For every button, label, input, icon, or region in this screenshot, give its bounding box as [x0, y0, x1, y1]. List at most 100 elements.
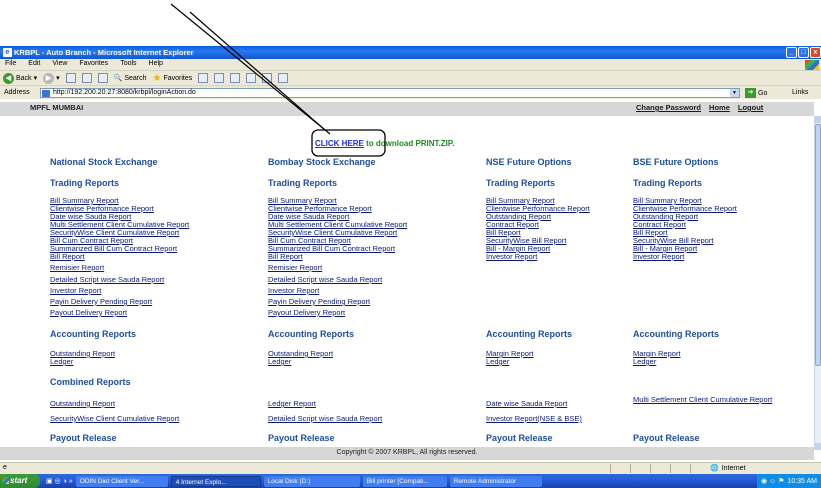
report-link[interactable]: SecurityWise Client Cumulative Report — [50, 415, 179, 423]
accounting-reports-heading: Accounting Reports — [486, 329, 573, 339]
taskbar-item[interactable]: ODIN Diet Client Ver... — [75, 475, 168, 487]
report-link[interactable]: Outstanding Report — [50, 400, 115, 408]
download-text: to download PRINT.ZIP. — [363, 139, 455, 148]
address-url: http://192.200.20.27:8080/krbpl/loginAct… — [53, 89, 196, 96]
report-link[interactable]: Detailed Script wise Sauda Report — [268, 276, 382, 284]
standard-toolbar: ◀ Back ▾ ▶ ▾ 🔍 Search ★ Favorites — [0, 70, 821, 85]
report-link[interactable]: Payin Delivery Pending Report — [268, 298, 370, 306]
home-link[interactable]: Home — [709, 103, 730, 112]
maximize-button[interactable]: □ — [798, 47, 809, 58]
zone-label: Internet — [721, 464, 746, 472]
globe-icon: 🌐 — [710, 465, 719, 472]
menu-edit[interactable]: Edit — [28, 60, 40, 70]
taskbar-item[interactable]: Remote Administrator — [449, 475, 542, 487]
home-icon[interactable] — [97, 73, 108, 83]
go-button[interactable]: ➔ Go — [745, 88, 767, 98]
download-notice: CLICK HERE to download PRINT.ZIP. — [315, 139, 454, 148]
page-content: MPFL MUMBAI Change Password Home Logout … — [0, 99, 814, 462]
trading-reports-heading: Trading Reports — [50, 178, 120, 188]
report-link[interactable]: Remisier Report — [50, 264, 104, 272]
search-icon: 🔍 — [113, 75, 123, 82]
click-here-link[interactable]: CLICK HERE — [315, 139, 364, 148]
report-link[interactable]: Payout Delivery Report — [268, 309, 345, 317]
back-button[interactable]: ◀ Back ▾ — [3, 72, 37, 84]
forward-button[interactable]: ▶ ▾ — [43, 72, 60, 84]
payout-release-heading: Payout Release — [268, 433, 335, 443]
windows-logo-icon — [805, 60, 819, 70]
scroll-up-icon[interactable] — [815, 116, 821, 123]
report-link[interactable]: Investor Report — [633, 253, 684, 261]
menu-bar: File Edit View Favorites Tools Help — [0, 59, 821, 70]
taskbar: start ▣ ◎ ◑ » ODIN Diet Client Ver... 4 … — [0, 474, 821, 488]
taskbar-item[interactable]: 4 Internet Explo... — [170, 475, 261, 487]
menu-help[interactable]: Help — [149, 60, 163, 70]
scroll-down-icon[interactable] — [815, 443, 821, 450]
menu-tools[interactable]: Tools — [120, 60, 136, 70]
close-button[interactable]: x — [810, 47, 821, 58]
org-name: MPFL MUMBAI — [30, 103, 84, 112]
links-button[interactable]: Links — [792, 89, 808, 96]
combined-reports-heading: Combined Reports — [50, 377, 131, 387]
payout-release-heading: Payout Release — [50, 433, 117, 443]
tray-icons[interactable]: ◉ ☺ ⚑ — [761, 477, 784, 485]
report-link[interactable]: Payout Delivery Report — [50, 309, 127, 317]
messenger-icon[interactable] — [278, 73, 289, 83]
page-footer: Copyright © 2007 KRBPL, All rights reser… — [0, 447, 814, 460]
security-zone: 🌐 Internet — [710, 464, 746, 473]
menu-file[interactable]: File — [5, 60, 16, 70]
menu-favorites[interactable]: Favorites — [79, 60, 108, 70]
report-link[interactable]: Investor Report — [268, 287, 319, 295]
window-controls: _ □ x — [786, 47, 821, 58]
report-link[interactable]: Remisier Report — [268, 264, 322, 272]
report-link[interactable]: Investor Report(NSE & BSE) — [486, 415, 582, 423]
report-link[interactable]: Investor Report — [50, 287, 101, 295]
report-link[interactable]: Detailed Script wise Sauda Report — [50, 276, 164, 284]
mail-icon[interactable] — [214, 73, 225, 83]
status-segment — [610, 464, 622, 473]
favorites-button[interactable]: ★ Favorites — [153, 73, 193, 84]
status-segment — [670, 464, 682, 473]
folder-icon[interactable] — [262, 73, 273, 83]
payout-release-heading: Payout Release — [486, 433, 553, 443]
edit-icon[interactable] — [246, 73, 257, 83]
accounting-reports-heading: Accounting Reports — [633, 329, 720, 339]
report-link[interactable]: Ledger — [486, 358, 509, 366]
history-icon[interactable] — [198, 73, 209, 83]
window-titlebar: e KRBPL - Auto Branch - Microsoft Intern… — [0, 46, 821, 59]
report-link[interactable]: Multi Settlement Client Cumulative Repor… — [633, 396, 772, 404]
report-link[interactable]: Ledger — [50, 358, 73, 366]
taskbar-item[interactable]: Bill printer [Compati... — [362, 475, 447, 487]
report-link[interactable]: Ledger Report — [268, 400, 316, 408]
print-icon[interactable] — [230, 73, 241, 83]
address-input[interactable]: http://192.200.20.27:8080/krbpl/loginAct… — [40, 88, 740, 98]
scroll-thumb[interactable] — [815, 124, 821, 366]
search-button[interactable]: 🔍 Search — [113, 74, 147, 83]
status-bar: e 🌐 Internet — [0, 462, 821, 474]
refresh-icon[interactable] — [81, 73, 92, 83]
stop-icon[interactable] — [65, 73, 76, 83]
start-button[interactable]: start — [0, 474, 40, 488]
report-link[interactable]: Date wise Sauda Report — [486, 400, 567, 408]
address-bar: Address http://192.200.20.27:8080/krbpl/… — [0, 85, 821, 99]
address-dropdown-icon[interactable]: ▼ — [730, 89, 739, 97]
trading-reports-heading: Trading Reports — [486, 178, 556, 188]
minimize-button[interactable]: _ — [786, 47, 797, 58]
report-link[interactable]: Ledger — [268, 358, 291, 366]
taskbar-item[interactable]: Local Disk (D:) — [263, 475, 360, 487]
report-link[interactable]: Ledger — [633, 358, 656, 366]
exchange-heading: Bombay Stock Exchange — [268, 157, 376, 167]
exchange-heading: NSE Future Options — [486, 157, 572, 167]
address-label: Address — [4, 89, 30, 96]
change-password-link[interactable]: Change Password — [636, 103, 701, 112]
back-arrow-icon: ◀ — [3, 72, 14, 84]
quick-launch-icon[interactable]: ▣ ◎ ◑ » — [46, 477, 73, 485]
report-link[interactable]: Detailed Script wise Sauda Report — [268, 415, 382, 423]
menu-view[interactable]: View — [52, 60, 67, 70]
report-link[interactable]: Bill Report — [50, 253, 85, 261]
vertical-scrollbar[interactable] — [814, 116, 821, 450]
logout-link[interactable]: Logout — [738, 103, 763, 112]
page-status-icon: e — [3, 464, 7, 471]
report-link[interactable]: Bill Report — [268, 253, 303, 261]
report-link[interactable]: Payin Delivery Pending Report — [50, 298, 152, 306]
report-link[interactable]: Investor Report — [486, 253, 537, 261]
